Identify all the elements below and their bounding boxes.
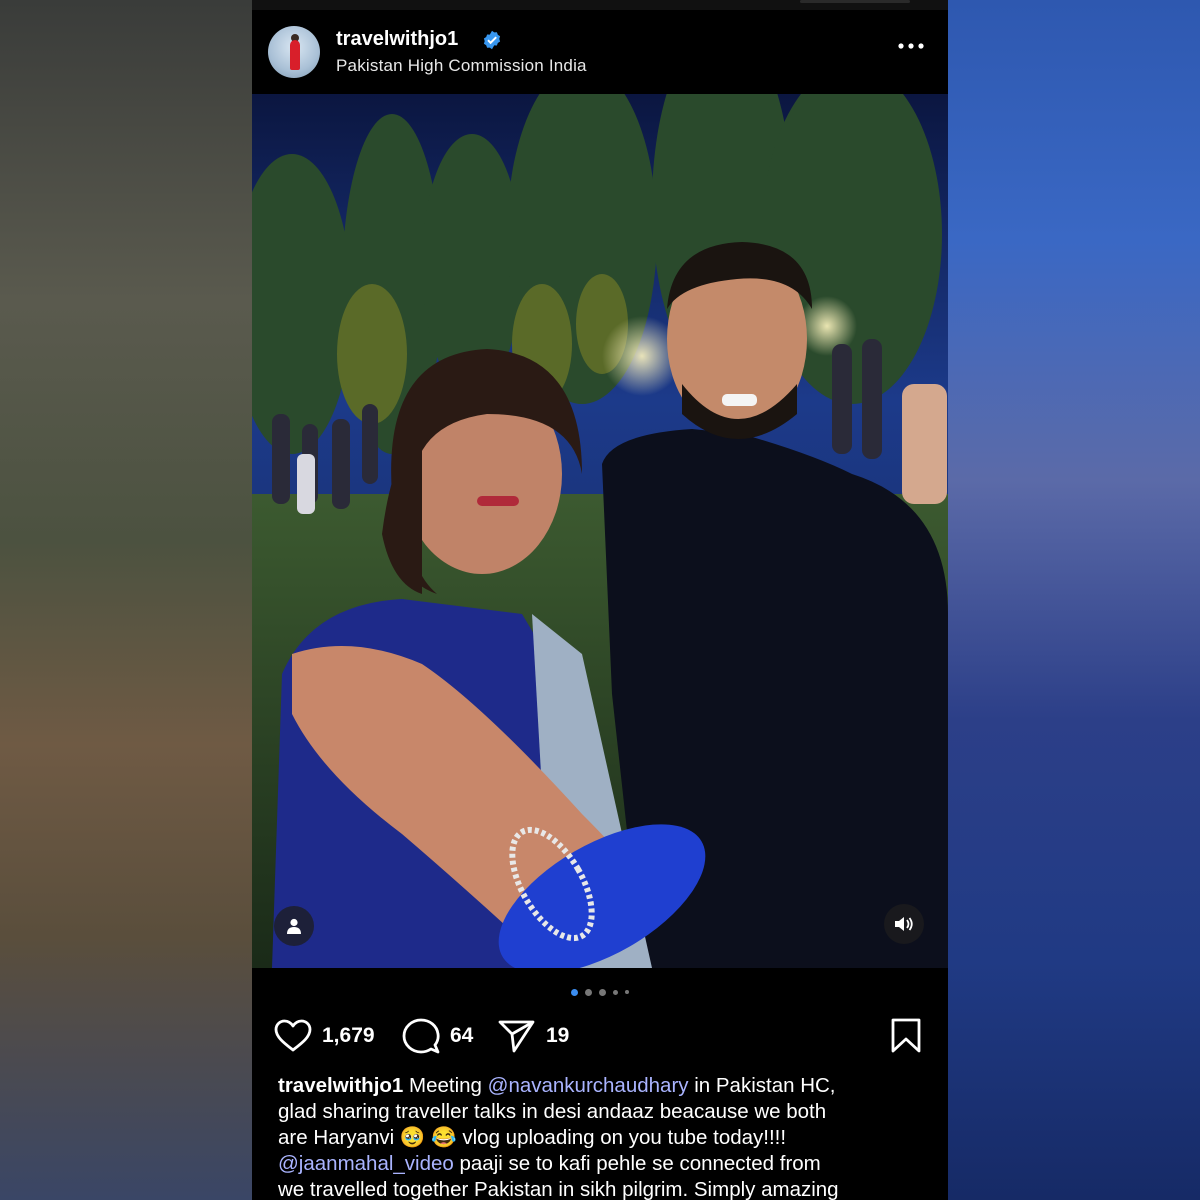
comment-count: 64: [450, 1024, 474, 1047]
like-button[interactable]: 1,679: [274, 1014, 375, 1058]
sound-icon: [895, 917, 913, 931]
comment-button[interactable]: 64: [402, 1014, 473, 1058]
instagram-post: travelwithjo1 Pakistan High Commission I…: [252, 0, 948, 1200]
heart-icon: [274, 1019, 312, 1052]
post-username[interactable]: travelwithjo1: [336, 28, 458, 51]
avatar[interactable]: [268, 26, 320, 78]
action-bar: 1,679 64 19: [252, 1014, 948, 1058]
caption-text: vlog uploading on you tube today!!!!: [456, 1126, 787, 1149]
share-button[interactable]: 19: [498, 1014, 569, 1058]
caption-username[interactable]: travelwithjo1: [278, 1074, 403, 1097]
verified-badge-icon: [483, 30, 501, 50]
carousel-dot: [625, 990, 629, 994]
carousel-dot: [585, 988, 592, 996]
carousel-dot: [613, 989, 618, 995]
post-caption: travelwithjo1 Meeting @navankurchaudhary…: [278, 1073, 928, 1200]
caption-line: we travelled together Pakistan in sikh p…: [278, 1178, 839, 1200]
caption-line: glad sharing traveller talks in desi and…: [278, 1100, 827, 1123]
share-icon: [498, 1020, 535, 1053]
caption-emojis: 🥹 😂: [399, 1126, 457, 1149]
caption-text: Meeting: [403, 1074, 488, 1097]
carousel-dot: [571, 988, 578, 996]
caption-line: are Haryanvi 🥹 😂 vlog uploading on you t…: [278, 1125, 928, 1151]
post-location[interactable]: Pakistan High Commission India: [336, 56, 587, 76]
like-count: 1,679: [322, 1024, 375, 1047]
post-header: travelwithjo1 Pakistan High Commission I…: [252, 10, 948, 94]
post-photo[interactable]: [252, 94, 948, 968]
background-right: [948, 0, 1200, 1200]
sound-toggle-button[interactable]: [884, 904, 924, 944]
caption-text: paaji se to kafi pehle se connected from: [453, 1152, 821, 1175]
background-left: [0, 0, 252, 1200]
share-count: 19: [546, 1024, 570, 1047]
caption-line: @jaanmahal_video paaji se to kafi pehle …: [278, 1151, 928, 1177]
user-tag-button[interactable]: [274, 906, 314, 946]
caption-line: travelwithjo1 Meeting @navankurchaudhary…: [278, 1073, 928, 1099]
user-tag-icon: [287, 918, 301, 934]
comment-icon: [402, 1018, 440, 1054]
carousel-dot: [599, 988, 606, 996]
carousel-indicator: [252, 984, 948, 1000]
mention-link[interactable]: @navankurchaudhary: [488, 1074, 689, 1097]
more-options-icon[interactable]: [896, 36, 926, 56]
status-strip: [252, 0, 948, 10]
caption-text: in Pakistan HC,: [688, 1074, 836, 1097]
caption-text: are Haryanvi: [278, 1126, 400, 1149]
bookmark-icon[interactable]: [890, 1018, 922, 1054]
mention-link[interactable]: @jaanmahal_video: [278, 1152, 454, 1175]
